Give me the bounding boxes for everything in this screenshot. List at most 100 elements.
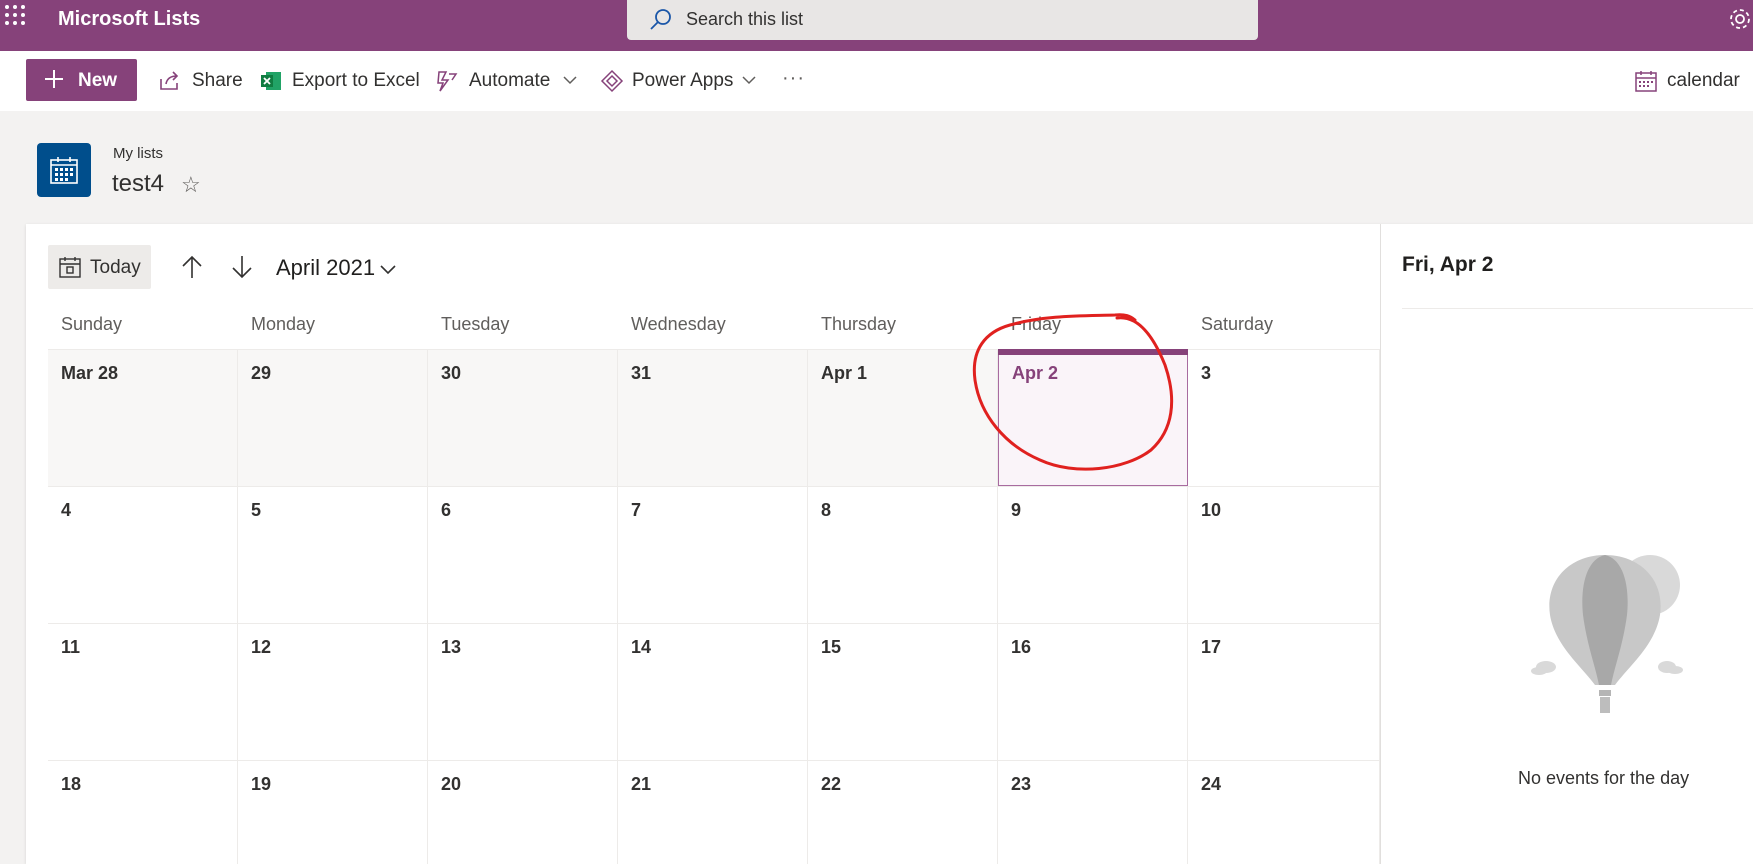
chevron-down-icon (742, 76, 756, 85)
weekday-header: Sunday (61, 314, 123, 334)
share-label: Share (192, 70, 243, 91)
weekday-header: Wednesday (631, 314, 726, 334)
day-cell[interactable]: 5 (238, 486, 428, 623)
day-cell[interactable]: 20 (428, 760, 618, 864)
calendar-view-icon (1635, 71, 1657, 92)
suite-bar: Microsoft Lists Search this list (0, 0, 1753, 51)
panel-date-heading: Fri, Apr 2 (1402, 253, 1494, 276)
annotation-circle (972, 313, 1174, 471)
view-switcher[interactable]: calendar (1634, 69, 1753, 95)
day-cell[interactable]: 11 (48, 623, 238, 760)
search-icon (650, 9, 671, 30)
day-cell[interactable]: 10 (1188, 486, 1380, 623)
plus-icon (45, 70, 63, 88)
day-cell[interactable]: 29 (238, 349, 428, 486)
chevron-down-icon[interactable] (380, 264, 396, 276)
empty-state-message: No events for the day (1518, 768, 1690, 788)
day-cell[interactable]: 23 (998, 760, 1188, 864)
day-cell[interactable]: 13 (428, 623, 618, 760)
day-number: 19 (251, 774, 272, 794)
day-number: 14 (631, 637, 652, 657)
weekday-header: Monday (251, 314, 316, 334)
search-placeholder: Search this list (686, 9, 804, 29)
day-number: 23 (1011, 774, 1032, 794)
arrow-down-icon[interactable] (230, 255, 254, 279)
day-cell[interactable]: 17 (1188, 623, 1380, 760)
power-apps-label: Power Apps (632, 70, 734, 91)
day-cell[interactable]: 15 (808, 623, 998, 760)
day-number: 13 (441, 637, 462, 657)
share-button[interactable]: Share (158, 69, 243, 95)
weekday-header: Thursday (821, 314, 897, 334)
more-commands-button[interactable]: ··· (782, 67, 812, 95)
day-number: 6 (441, 500, 452, 520)
waffle-icon[interactable] (4, 4, 26, 26)
automate-label: Automate (469, 70, 551, 91)
day-number: 24 (1201, 774, 1222, 794)
command-bar: New Share Export to Excel Automate Power… (0, 51, 1753, 111)
day-number: 8 (821, 500, 832, 520)
day-number: 22 (821, 774, 842, 794)
day-number: 29 (251, 363, 272, 383)
day-cell[interactable]: 19 (238, 760, 428, 864)
share-icon (160, 71, 179, 90)
more-label: ··· (782, 67, 805, 89)
day-number: 16 (1011, 637, 1032, 657)
day-number: 11 (61, 637, 81, 657)
weekday-header: Tuesday (441, 314, 510, 334)
day-cell[interactable]: 14 (618, 623, 808, 760)
day-number: 21 (631, 774, 652, 794)
day-cell[interactable]: 12 (238, 623, 428, 760)
arrow-up-icon[interactable] (180, 255, 204, 279)
day-cell[interactable]: 30 (428, 349, 618, 486)
day-number: 4 (61, 500, 72, 520)
day-cell[interactable]: 4 (48, 486, 238, 623)
star-icon[interactable]: ☆ (181, 172, 201, 198)
panel-divider-line (1402, 308, 1753, 309)
new-button[interactable]: New (26, 59, 137, 101)
day-cell[interactable]: 16 (998, 623, 1188, 760)
day-number: 15 (821, 637, 842, 657)
day-number: 30 (441, 363, 462, 383)
export-to-excel-button[interactable]: Export to Excel (260, 69, 420, 95)
settings-gear-icon[interactable] (1728, 7, 1752, 31)
day-number: 20 (441, 774, 462, 794)
power-apps-button[interactable]: Power Apps (600, 69, 760, 95)
day-cell[interactable]: 31 (618, 349, 808, 486)
export-label: Export to Excel (292, 70, 420, 91)
day-cell[interactable]: 21 (618, 760, 808, 864)
app-title[interactable]: Microsoft Lists (58, 8, 200, 31)
balloon-illustration (1531, 555, 1683, 713)
day-number: 17 (1201, 637, 1222, 657)
weekday-header: Saturday (1201, 314, 1274, 334)
day-cell[interactable]: 6 (428, 486, 618, 623)
day-cell[interactable]: 22 (808, 760, 998, 864)
today-label: Today (90, 257, 141, 278)
day-number: 5 (251, 500, 262, 520)
automate-button[interactable]: Automate (435, 69, 580, 95)
day-number: 12 (251, 637, 272, 657)
day-number: 7 (631, 500, 642, 520)
power-apps-icon (600, 69, 624, 93)
day-cell[interactable]: Mar 28 (48, 349, 238, 486)
search-input[interactable]: Search this list (627, 0, 1258, 40)
chevron-down-icon (563, 76, 577, 85)
list-calendar-icon (37, 143, 91, 197)
breadcrumb[interactable]: My lists (113, 145, 163, 162)
page-title: test4 (112, 170, 165, 197)
month-picker[interactable]: April 2021 (276, 255, 375, 281)
day-number: Apr 1 (821, 363, 868, 383)
excel-icon (261, 72, 281, 90)
day-number: Mar 28 (61, 363, 119, 383)
day-number: 18 (61, 774, 82, 794)
panel-divider (1380, 224, 1381, 864)
day-cell[interactable]: 18 (48, 760, 238, 864)
day-cell[interactable]: 24 (1188, 760, 1380, 864)
day-cell[interactable]: 7 (618, 486, 808, 623)
day-cell[interactable]: 3 (1188, 349, 1380, 486)
automate-icon (437, 71, 458, 92)
new-button-label: New (78, 70, 118, 91)
today-button[interactable]: Today (48, 245, 151, 289)
view-label: calendar (1667, 70, 1740, 91)
day-number: 31 (631, 363, 652, 383)
